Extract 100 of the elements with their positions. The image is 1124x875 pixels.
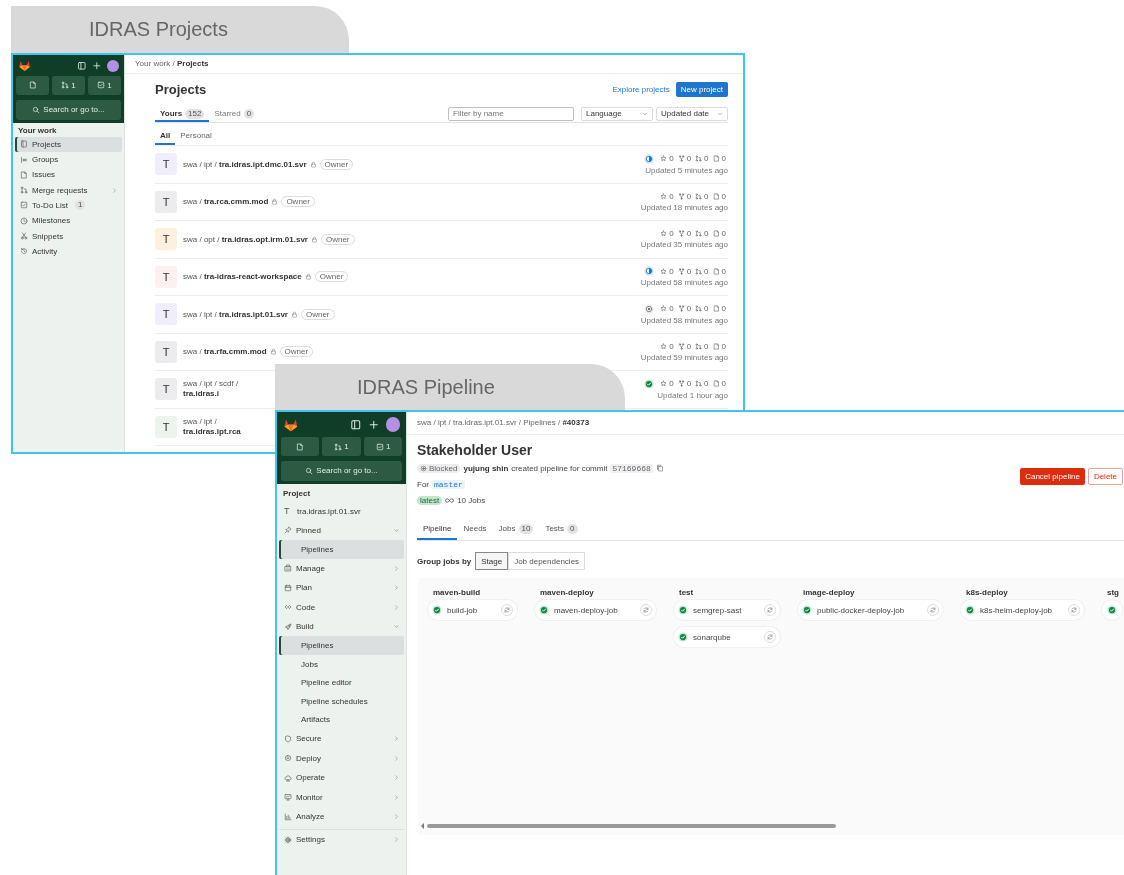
project-path[interactable]: swa / opt / tra.idras.opt.irm.01.svr <box>183 234 308 244</box>
job-card[interactable]: sonarqube <box>674 627 780 647</box>
project-avatar[interactable]: T <box>155 340 177 363</box>
tab[interactable]: Needs <box>457 517 493 540</box>
sidebar-item[interactable]: To-Do List 1 <box>15 197 122 214</box>
job-card[interactable]: maven-deploy-job <box>535 600 656 620</box>
sidebar-item[interactable]: Artifacts <box>279 710 404 730</box>
counter-button[interactable]: 1 <box>88 76 121 95</box>
sidebar-item[interactable]: Secure <box>279 729 404 749</box>
sidebar-item[interactable]: Pipeline schedules <box>279 692 404 711</box>
counter-button[interactable]: 1 <box>52 76 85 95</box>
counter-button[interactable] <box>16 76 49 95</box>
scrollbar[interactable] <box>421 823 836 829</box>
delete-button[interactable]: Delete <box>1087 468 1123 485</box>
half-filled-circle-icon[interactable] <box>644 266 655 277</box>
counter-button[interactable]: 1 <box>364 437 403 456</box>
sidebar-item[interactable]: Snippets <box>15 228 122 244</box>
project-avatar[interactable]: T <box>155 228 177 251</box>
plus-icon[interactable] <box>367 418 380 431</box>
project-avatar[interactable]: T <box>155 415 177 438</box>
project-avatar[interactable]: T <box>155 378 177 401</box>
project-avatar[interactable]: T <box>155 153 177 176</box>
search-button[interactable]: Search or go to... <box>280 460 403 481</box>
job-card[interactable]: k8s-helm-deploy-job <box>961 600 1084 620</box>
job-card[interactable]: public-docker-deploy-job <box>798 600 943 620</box>
author-link[interactable]: yujung shin <box>463 463 509 473</box>
history-icon <box>20 247 28 256</box>
sidebar-item[interactable]: Groups <box>15 151 122 168</box>
sidebar-item[interactable]: Operate <box>279 768 404 788</box>
document-icon <box>712 342 720 350</box>
avatar[interactable] <box>385 417 401 432</box>
toggle-button[interactable]: Stage <box>475 552 509 570</box>
check-circle-icon[interactable] <box>644 378 655 389</box>
toggle-button[interactable]: Job dependencies <box>508 552 586 570</box>
project-path[interactable]: swa / tra-idras-react-workspace <box>183 272 302 282</box>
sidebar-item[interactable]: Jobs <box>279 654 404 674</box>
sidebar-item[interactable]: Analyze <box>279 806 404 827</box>
explore-link[interactable]: Explore projects <box>612 84 670 94</box>
sidebar-item[interactable]: Activity <box>15 243 122 259</box>
project-link[interactable]: T tra.idras.ipt.01.svr <box>279 501 404 521</box>
tab[interactable]: Personal <box>175 126 217 145</box>
plus-icon[interactable] <box>92 60 102 71</box>
filter-field[interactable]: Filter by name <box>448 106 574 121</box>
cancel-button[interactable]: Cancel pipeline <box>1020 468 1085 485</box>
sidebar-item[interactable]: Build <box>279 616 404 637</box>
sidebar-item[interactable]: Pipeline editor <box>279 673 404 693</box>
sidebar-item[interactable]: Plan <box>279 578 404 598</box>
project-path[interactable]: swa / ipt / tra.idras.ipt.01.svr <box>183 309 288 319</box>
dropdown[interactable]: Updated date <box>656 106 728 121</box>
project-path[interactable]: swa / ipt / tra.idras.ipt.dmc.01.svr <box>183 159 307 169</box>
project-path[interactable]: swa / tra.rca.cmm.mod <box>183 197 269 207</box>
sidebar-item[interactable]: Deploy <box>279 748 404 769</box>
project-path[interactable]: swa / tra.rfa.cmm.mod <box>183 347 267 357</box>
search-button[interactable]: Search or go to... <box>16 99 121 120</box>
dropdown[interactable]: Language <box>581 106 653 121</box>
tab[interactable]: Starred 0 <box>209 105 260 122</box>
tab[interactable]: Jobs 10 <box>492 517 540 540</box>
project-avatar[interactable]: T <box>155 265 177 288</box>
half-filled-circle-icon[interactable] <box>644 153 655 164</box>
job-card[interactable] <box>1102 600 1122 620</box>
copy-icon[interactable] <box>655 464 664 472</box>
sidebar-item[interactable]: Issues <box>15 167 122 183</box>
project-path[interactable]: swa / ipt / tra.idras.ipt.rca <box>183 416 263 437</box>
branch-link[interactable]: master <box>432 479 465 489</box>
counter-button[interactable]: 1 <box>322 437 361 456</box>
tab[interactable]: Pipeline <box>417 517 458 540</box>
project-avatar[interactable]: T <box>155 303 177 326</box>
sidebar-toggle-icon[interactable] <box>349 418 362 431</box>
sidebar-item[interactable]: Pipelines <box>279 540 404 559</box>
count: 0 <box>686 191 692 201</box>
tab[interactable]: Yours 152 <box>155 105 210 122</box>
document-icon <box>712 155 720 163</box>
fox-head-logo[interactable] <box>17 58 31 73</box>
sidebar-item[interactable]: Pipelines <box>279 636 404 655</box>
count: 0 <box>669 229 674 239</box>
section-title: Project <box>282 488 312 501</box>
sidebar-item[interactable]: Milestones <box>15 213 122 229</box>
gear-icon <box>284 835 292 844</box>
tab[interactable]: All <box>155 126 176 145</box>
dot-circle-icon[interactable] <box>644 303 655 314</box>
new-project-button[interactable]: New project <box>675 81 728 97</box>
sidebar-item[interactable]: Manage <box>279 558 404 579</box>
sidebar-item[interactable]: Pinned <box>279 520 404 541</box>
job-card[interactable]: build-job <box>428 600 517 620</box>
sidebar-toggle-icon[interactable] <box>77 60 87 71</box>
sidebar-item[interactable]: Merge requests <box>15 182 122 198</box>
project-avatar[interactable]: T <box>155 190 177 213</box>
breadcrumb[interactable]: swa / ipt / tra.idras.ipt.01.svr / Pipelines / #40373 <box>407 412 1124 435</box>
project-path[interactable]: swa / ipt / scdf / tra.idras.i <box>183 379 263 400</box>
sidebar-item[interactable]: Monitor <box>279 787 404 807</box>
breadcrumb[interactable]: Your work / Projects <box>125 55 743 74</box>
sidebar-item[interactable]: Settings <box>279 829 404 850</box>
counter-button[interactable] <box>280 437 319 456</box>
sidebar-item[interactable]: Code <box>279 597 404 617</box>
commit-link[interactable]: 57169668 <box>610 463 653 473</box>
sidebar-item[interactable]: Projects <box>15 136 122 152</box>
count: 0 <box>721 191 726 201</box>
avatar[interactable] <box>107 59 120 72</box>
tab[interactable]: Tests 0 <box>539 517 584 540</box>
job-card[interactable]: semgrep-sast <box>674 600 780 620</box>
